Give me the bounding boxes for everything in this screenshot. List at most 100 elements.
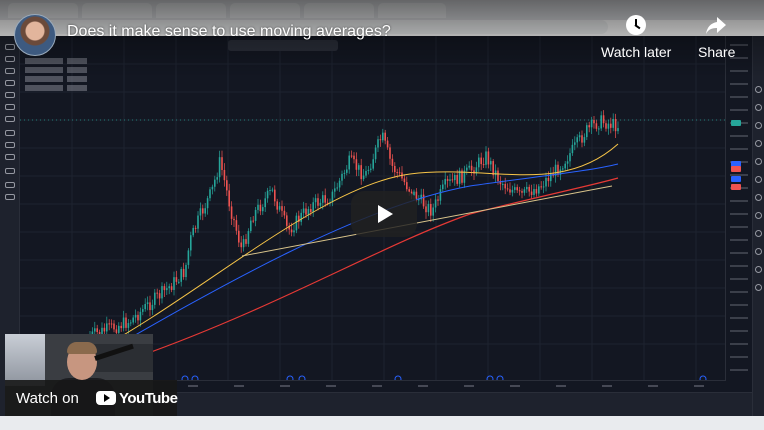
sidebar-widget-icon[interactable] — [755, 230, 762, 237]
play-button[interactable] — [351, 191, 417, 237]
candle-body — [252, 220, 254, 222]
channel-avatar[interactable] — [14, 14, 56, 56]
candle-body — [557, 164, 559, 175]
clock-icon[interactable] — [626, 15, 646, 35]
sidebar-widget-icon[interactable] — [755, 266, 762, 273]
candle-body — [221, 157, 223, 170]
lock-tool-icon[interactable] — [5, 142, 15, 148]
candle-body — [120, 325, 122, 329]
candle-body — [209, 189, 211, 199]
text-tool-icon[interactable] — [5, 80, 15, 86]
pattern-tool-icon[interactable] — [5, 92, 15, 98]
candle-body — [312, 202, 314, 213]
sidebar-widget-icon[interactable] — [755, 140, 762, 147]
candle-body — [307, 209, 310, 215]
candle-body — [187, 250, 190, 265]
candle-body — [545, 177, 547, 187]
price-label-badge — [731, 184, 741, 190]
sidebar-widget-icon[interactable] — [755, 212, 762, 219]
price-axis-tick — [730, 291, 748, 293]
candle-body — [542, 186, 545, 188]
candle-body — [516, 187, 518, 191]
price-axis[interactable] — [725, 36, 752, 381]
candle-body — [331, 191, 334, 203]
share-label[interactable]: Share — [698, 44, 735, 60]
candle-body — [113, 323, 115, 330]
price-axis-tick — [730, 135, 748, 137]
candle-body — [588, 125, 590, 128]
candle-body — [497, 170, 499, 182]
candle-body — [466, 167, 468, 171]
sidebar-widget-icon[interactable] — [755, 86, 762, 93]
candle-body — [370, 168, 372, 170]
candle-body — [254, 209, 257, 221]
candle-body — [166, 288, 168, 291]
candle-body — [449, 179, 451, 181]
candle-body — [451, 179, 454, 181]
time-axis-tick — [372, 385, 382, 387]
candle-body — [509, 189, 511, 193]
sidebar-widget-icon[interactable] — [755, 176, 762, 183]
candle-body — [528, 186, 530, 192]
candle-body — [454, 174, 456, 181]
trash-tool-icon[interactable] — [5, 168, 15, 174]
candle-body — [425, 206, 427, 213]
candle-body — [538, 186, 540, 194]
layers-tool-icon[interactable] — [5, 182, 15, 188]
candle-body — [324, 195, 326, 203]
favorites-tool-icon[interactable] — [5, 194, 15, 200]
candle-body — [504, 183, 506, 189]
candle-body — [427, 204, 430, 213]
candle-body — [266, 190, 269, 199]
candle-body — [190, 235, 192, 251]
candle-body — [115, 329, 118, 333]
candle-body — [233, 218, 235, 221]
candle-body — [593, 120, 595, 124]
candle-body — [595, 123, 598, 129]
candle-body — [422, 194, 425, 207]
watch-on-youtube-button[interactable]: Watch on YouTube — [5, 380, 178, 416]
sidebar-widget-icon[interactable] — [755, 104, 762, 111]
candle-body — [161, 286, 163, 299]
magnet-tool-icon[interactable] — [5, 130, 15, 136]
candle-body — [343, 172, 346, 174]
candle-body — [569, 153, 571, 162]
video-title[interactable]: Does it make sense to use moving average… — [67, 23, 391, 41]
candle-body — [319, 202, 322, 206]
candle-body — [396, 172, 398, 174]
candle-body — [290, 229, 293, 233]
candle-body — [182, 268, 185, 278]
sidebar-widget-icon[interactable] — [755, 122, 762, 129]
time-axis-tick — [418, 385, 428, 387]
candle-body — [122, 317, 125, 329]
candle-body — [274, 189, 276, 202]
sidebar-widget-icon[interactable] — [755, 158, 762, 165]
watch-on-label: Watch on — [16, 390, 79, 407]
candle-body — [238, 230, 240, 243]
candle-body — [250, 220, 252, 232]
sidebar-widget-icon[interactable] — [755, 194, 762, 201]
candle-body — [562, 168, 564, 170]
time-axis-tick — [234, 385, 244, 387]
watch-later-label[interactable]: Watch later — [601, 44, 671, 60]
candle-body — [257, 204, 259, 210]
measure-tool-icon[interactable] — [5, 104, 15, 110]
share-arrow-icon[interactable] — [705, 15, 727, 35]
candle-body — [211, 186, 214, 190]
candle-body — [154, 292, 156, 305]
candle-body — [322, 195, 324, 203]
candle-body — [134, 314, 137, 318]
candle-body — [314, 198, 317, 203]
legend-row[interactable] — [25, 85, 87, 91]
candle-body — [456, 174, 458, 184]
os-taskbar — [0, 416, 764, 430]
zoom-tool-icon[interactable] — [5, 116, 15, 122]
sidebar-widget-icon[interactable] — [755, 248, 762, 255]
candle-body — [406, 182, 408, 190]
candle-body — [305, 208, 307, 215]
right-sidebar-toolbar — [752, 36, 764, 416]
sidebar-widget-icon[interactable] — [755, 284, 762, 291]
eye-tool-icon[interactable] — [5, 154, 15, 160]
candle-body — [578, 135, 581, 138]
candle-body — [391, 158, 394, 166]
